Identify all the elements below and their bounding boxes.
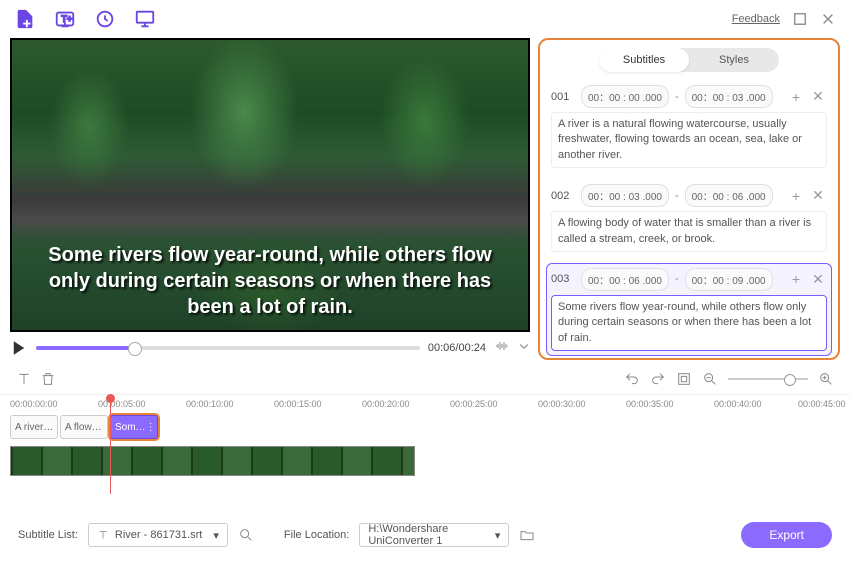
delete-subtitle-icon[interactable]: ✕ bbox=[809, 88, 827, 106]
folder-icon[interactable] bbox=[519, 527, 535, 543]
end-time-input[interactable]: 00：00 : 09 .000 bbox=[685, 268, 773, 291]
chevron-down-icon[interactable] bbox=[518, 339, 530, 357]
text-tool-icon[interactable] bbox=[16, 371, 32, 387]
ruler-tick: 00:00:45:00 bbox=[798, 399, 846, 409]
subtitle-clip-active[interactable]: Som…⋮ bbox=[110, 415, 158, 439]
subtitle-panel: Subtitles Styles 001 00：00 : 00 .000 - 0… bbox=[538, 38, 840, 360]
start-time-input[interactable]: 00：00 : 06 .000 bbox=[581, 268, 669, 291]
subtitle-entry[interactable]: 003 00：00 : 06 .000 - 00：00 : 09 .000 + … bbox=[546, 263, 832, 356]
zoom-in-icon[interactable] bbox=[818, 371, 834, 387]
add-file-icon[interactable] bbox=[14, 8, 36, 30]
auto-subtitle-icon[interactable] bbox=[94, 8, 116, 30]
crop-icon[interactable] bbox=[676, 371, 692, 387]
end-time-input[interactable]: 00：00 : 06 .000 bbox=[685, 184, 773, 207]
end-time-input[interactable]: 00：00 : 03 .000 bbox=[685, 85, 773, 108]
video-preview[interactable]: Some rivers flow year-round, while other… bbox=[10, 38, 530, 332]
ruler-tick: 00:00:40:00 bbox=[714, 399, 762, 409]
time-display: 00:06/00:24 bbox=[428, 342, 486, 354]
export-button[interactable]: Export bbox=[741, 522, 832, 548]
subtitle-text[interactable]: Some rivers flow year-round, while other… bbox=[551, 295, 827, 351]
maximize-icon[interactable] bbox=[792, 11, 808, 27]
file-location-dropdown[interactable]: H:\Wondershare UniConverter 1 ▾ bbox=[359, 523, 509, 547]
undo-icon[interactable] bbox=[624, 371, 640, 387]
subtitle-file-dropdown[interactable]: River - 861731.srt ▾ bbox=[88, 523, 228, 547]
ruler-tick: 00:00:25:00 bbox=[450, 399, 498, 409]
feedback-link[interactable]: Feedback bbox=[732, 13, 780, 25]
zoom-out-icon[interactable] bbox=[702, 371, 718, 387]
subtitle-number: 002 bbox=[551, 190, 575, 202]
subtitle-number: 003 bbox=[551, 273, 575, 285]
ruler-tick: 00:00:00:00 bbox=[10, 399, 58, 409]
subtitle-number: 001 bbox=[551, 91, 575, 103]
ruler-tick: 00:00:35:00 bbox=[626, 399, 674, 409]
svg-text:T+: T+ bbox=[61, 14, 72, 24]
panel-tabs: Subtitles Styles bbox=[599, 48, 779, 72]
top-toolbar: T+ Feedback bbox=[0, 0, 850, 38]
subtitle-overlay: Some rivers flow year-round, while other… bbox=[12, 242, 528, 320]
subtitle-track: A river… A flow… Som…⋮ bbox=[0, 412, 850, 442]
subtitle-clip[interactable]: A river… bbox=[10, 415, 58, 439]
start-time-input[interactable]: 00：00 : 03 .000 bbox=[581, 184, 669, 207]
delete-subtitle-icon[interactable]: ✕ bbox=[809, 270, 827, 288]
add-subtitle-icon[interactable]: + bbox=[787, 187, 805, 205]
progress-bar[interactable] bbox=[36, 346, 420, 350]
add-subtitle-icon[interactable]: + bbox=[787, 88, 805, 106]
ruler-tick: 00:00:10:00 bbox=[186, 399, 234, 409]
ruler-tick: 00:00:30:00 bbox=[538, 399, 586, 409]
subtitle-list-label: Subtitle List: bbox=[18, 529, 78, 541]
subtitle-clip[interactable]: A flow… bbox=[60, 415, 108, 439]
subtitle-text[interactable]: A river is a natural flowing watercourse… bbox=[551, 112, 827, 168]
video-strip[interactable] bbox=[10, 446, 415, 476]
play-button[interactable] bbox=[10, 339, 28, 357]
display-icon[interactable] bbox=[134, 8, 156, 30]
zoom-slider[interactable] bbox=[728, 378, 808, 380]
subtitle-entry[interactable]: 002 00：00 : 03 .000 - 00：00 : 06 .000 + … bbox=[546, 179, 832, 257]
video-player: Some rivers flow year-round, while other… bbox=[10, 38, 530, 360]
ruler-tick: 00:00:20:00 bbox=[362, 399, 410, 409]
ruler-tick: 00:00:05:00 bbox=[98, 399, 146, 409]
redo-icon[interactable] bbox=[650, 371, 666, 387]
file-location-label: File Location: bbox=[284, 529, 349, 541]
add-subtitle-icon[interactable]: + bbox=[787, 270, 805, 288]
subtitle-entry[interactable]: 001 00：00 : 00 .000 - 00：00 : 03 .000 + … bbox=[546, 80, 832, 173]
footer-bar: Subtitle List: River - 861731.srt ▾ File… bbox=[0, 517, 850, 553]
timeline-ruler[interactable]: 00:00:00:00 00:00:05:00 00:00:10:00 00:0… bbox=[0, 394, 850, 412]
search-icon[interactable] bbox=[238, 527, 254, 543]
subtitle-text[interactable]: A flowing body of water that is smaller … bbox=[551, 211, 827, 252]
timeline-toolbar bbox=[0, 364, 850, 394]
video-track bbox=[10, 446, 840, 482]
tab-styles[interactable]: Styles bbox=[689, 48, 779, 72]
close-icon[interactable] bbox=[820, 11, 836, 27]
tab-subtitles[interactable]: Subtitles bbox=[599, 48, 689, 72]
delete-subtitle-icon[interactable]: ✕ bbox=[809, 187, 827, 205]
ruler-tick: 00:00:15:00 bbox=[274, 399, 322, 409]
start-time-input[interactable]: 00：00 : 00 .000 bbox=[581, 85, 669, 108]
delete-icon[interactable] bbox=[40, 371, 56, 387]
add-text-icon[interactable]: T+ bbox=[54, 8, 76, 30]
waveform-icon[interactable] bbox=[494, 338, 510, 359]
playhead[interactable] bbox=[110, 394, 111, 494]
